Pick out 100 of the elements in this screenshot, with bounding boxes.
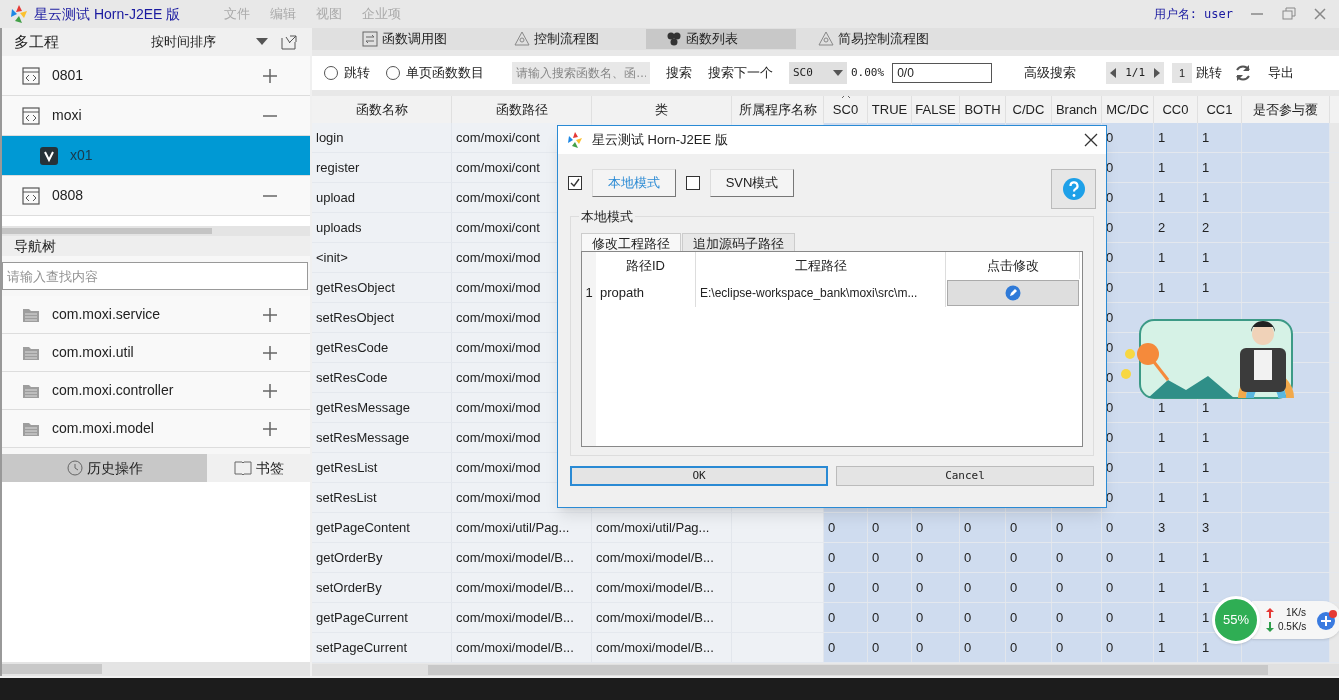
scrollbar-thumb[interactable]: [428, 665, 1268, 675]
panel-tab[interactable]: 书签: [207, 454, 310, 482]
table-cell: 0: [1052, 513, 1102, 542]
metric-dropdown[interactable]: SC0: [789, 62, 847, 84]
refresh-icon[interactable]: [1234, 64, 1253, 82]
dialog-title: 星云测试 Horn-J2EE 版: [592, 131, 728, 150]
table-cell: 0: [868, 633, 912, 662]
scrollbar-thumb[interactable]: [2, 664, 102, 674]
view-tab[interactable]: 简易控制流程图: [798, 29, 978, 49]
checkbox[interactable]: [686, 176, 700, 190]
view-tab[interactable]: 函数调用图: [342, 29, 492, 49]
tree-label: com.moxi.model: [52, 419, 154, 438]
project-item[interactable]: x01: [2, 136, 310, 176]
tree-item[interactable]: com.moxi.service: [2, 296, 310, 334]
page-label: 1/1: [1125, 64, 1146, 81]
table-cell: setResObject: [312, 303, 452, 332]
table-cell: 1: [1198, 153, 1242, 182]
expand-icon[interactable]: [262, 420, 278, 437]
search-button[interactable]: 搜索: [666, 63, 692, 83]
table-cell: setOrderBy: [312, 573, 452, 602]
table-cell: 0: [1006, 603, 1052, 632]
row-number: 1: [582, 279, 596, 307]
table-cell: 3: [1198, 513, 1242, 542]
tree-item[interactable]: com.moxi.controller: [2, 372, 310, 410]
radio-option[interactable]: 单页函数数目: [386, 63, 484, 83]
table-cell: 0: [1102, 543, 1154, 572]
add-icon[interactable]: [1316, 609, 1338, 631]
tree-label: com.moxi.controller: [52, 381, 174, 400]
table-cell: 1: [1198, 453, 1242, 482]
expand-icon[interactable]: [262, 382, 278, 399]
table-cell: 0: [1006, 513, 1052, 542]
table-cell: 0: [1052, 633, 1102, 662]
cancel-button[interactable]: Cancel: [836, 466, 1094, 486]
export-icon[interactable]: [280, 33, 298, 51]
dialog-tab[interactable]: 修改工程路径: [581, 233, 681, 251]
advanced-search-button[interactable]: 高级搜索: [1024, 63, 1077, 83]
table-cell: 0: [868, 513, 912, 542]
table-cell: 1: [1154, 273, 1198, 302]
triangle-icon: [514, 31, 530, 47]
close-icon[interactable]: [1084, 133, 1098, 147]
tree-item[interactable]: com.moxi.util: [2, 334, 310, 372]
project-item[interactable]: 0801: [2, 56, 310, 96]
export-button[interactable]: 导出: [1268, 63, 1295, 83]
scrollbar-thumb[interactable]: [2, 228, 212, 234]
clock-icon: [66, 460, 83, 476]
download-speed: 0.5K/s: [1278, 620, 1307, 634]
radio-option[interactable]: 跳转: [324, 63, 370, 83]
caret-icon: [833, 70, 843, 76]
table-cell: setResList: [312, 483, 452, 512]
table-cell: 0: [912, 513, 960, 542]
mode-button[interactable]: SVN模式: [710, 169, 794, 197]
view-tab[interactable]: 函数列表: [646, 29, 796, 49]
restore-icon[interactable]: [1281, 7, 1297, 21]
book-icon: [233, 461, 252, 475]
search-field[interactable]: 请输入搜索函数名、函…: [512, 62, 650, 84]
table-cell: 0: [1102, 483, 1154, 512]
user-label: 用户名: user: [1153, 6, 1233, 23]
expand-icon[interactable]: [262, 67, 278, 84]
page-field[interactable]: 1: [1172, 63, 1193, 83]
project-item[interactable]: moxi: [2, 96, 310, 136]
checkbox[interactable]: [568, 176, 582, 190]
table-cell: 0: [1102, 633, 1154, 662]
table-cell: 0: [868, 603, 912, 632]
count-field[interactable]: 0/0: [892, 63, 993, 83]
triangle-icon: [818, 31, 834, 47]
ok-button[interactable]: OK: [570, 466, 828, 486]
table-cell: 0: [1102, 513, 1154, 542]
table-cell: 0: [1052, 573, 1102, 602]
expand-icon[interactable]: [262, 344, 278, 361]
table-cell: 0: [912, 633, 960, 662]
edit-button[interactable]: [947, 280, 1079, 306]
mode-button[interactable]: 本地模式: [592, 169, 676, 197]
pager[interactable]: 1/1: [1106, 62, 1165, 84]
expand-icon[interactable]: [262, 306, 278, 323]
jump-button[interactable]: 跳转: [1196, 63, 1223, 83]
sort-dropdown[interactable]: 按时间排序: [143, 32, 268, 52]
table-cell: 1: [1154, 423, 1198, 452]
table-cell: com/moxi/model/B...: [592, 633, 732, 662]
table-cell: 0: [960, 513, 1006, 542]
prev-icon[interactable]: [1110, 68, 1117, 78]
search-next-button[interactable]: 搜索下一个: [708, 63, 773, 83]
tree-label: com.moxi.service: [52, 305, 161, 324]
search-field[interactable]: 请输入查找内容: [2, 262, 308, 290]
table-cell: com/moxi/util/Pag...: [592, 513, 732, 542]
project-label: moxi: [52, 106, 82, 125]
table-cell: uploads: [312, 213, 452, 242]
table-cell: setResCode: [312, 363, 452, 392]
table-cell: 0: [960, 543, 1006, 572]
panel-title: 导航树: [2, 236, 310, 256]
app-icon: [40, 146, 58, 165]
next-icon[interactable]: [1154, 68, 1161, 78]
dialog-tab[interactable]: 追加源码子路径: [682, 233, 795, 251]
view-tab[interactable]: 控制流程图: [494, 29, 644, 49]
help-button[interactable]: [1051, 169, 1096, 209]
project-item[interactable]: 0808: [2, 176, 310, 216]
code-window-icon: [22, 66, 40, 85]
panel-tab[interactable]: 历史操作: [2, 454, 207, 482]
tree-item[interactable]: com.moxi.model: [2, 410, 310, 448]
table-cell: com/moxi/model/B...: [592, 573, 732, 602]
table-cell: 1: [1198, 573, 1242, 602]
